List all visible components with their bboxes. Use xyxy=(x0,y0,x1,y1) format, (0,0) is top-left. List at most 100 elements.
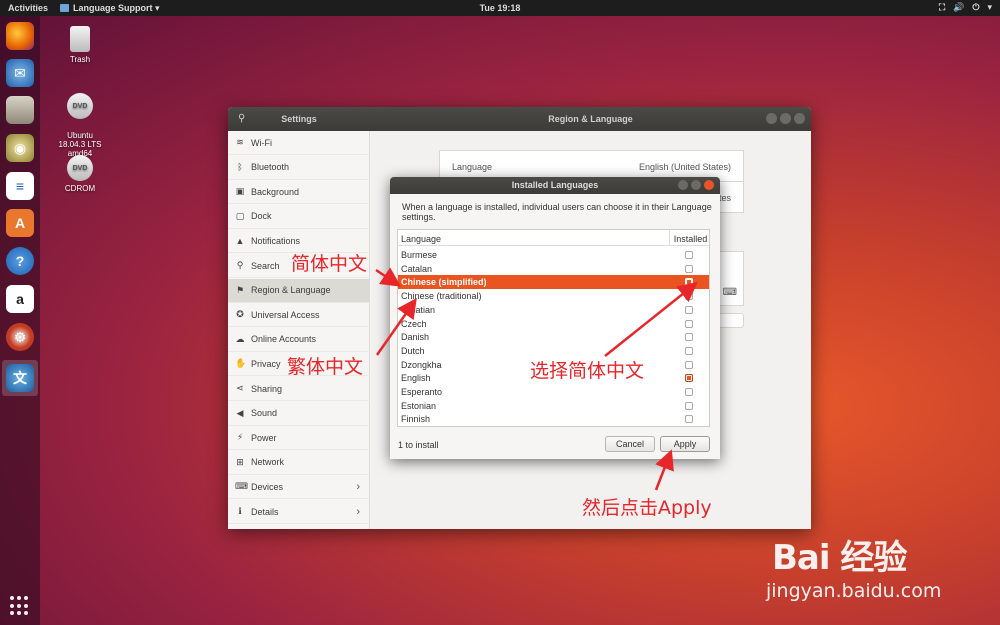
amazon-icon[interactable]: a xyxy=(6,285,34,313)
sidebar-item-label: Network xyxy=(251,457,285,468)
installed-checkbox[interactable] xyxy=(685,401,693,410)
installed-checkbox[interactable] xyxy=(685,251,693,259)
app-menu-label: Language Support ▾ xyxy=(73,2,160,13)
sidebar-item-sharing[interactable]: ⋖ Sharing xyxy=(228,377,370,401)
system-tray[interactable]: ⛶ 🔊 ⏻ ▾ xyxy=(939,2,992,13)
language-support-icon[interactable]: 文 xyxy=(6,364,34,392)
installed-checkbox[interactable] xyxy=(685,333,693,342)
language-list[interactable]: Language Installed Burmese Catalan Chinese… xyxy=(397,229,710,427)
language-row[interactable]: Danish xyxy=(398,330,709,344)
dock: ✉ ◉ ≡ A ? a ⚙ 文 xyxy=(0,16,40,625)
network-icon[interactable]: ⛶ xyxy=(939,2,945,13)
installed-checkbox[interactable] xyxy=(685,278,693,287)
maximize-icon[interactable] xyxy=(780,113,791,124)
installed-column-header[interactable]: Installed xyxy=(669,230,709,246)
dialog-title: Installed Languages xyxy=(511,180,599,190)
background-icon: ▣ xyxy=(235,186,245,197)
files-icon[interactable] xyxy=(6,96,34,124)
cancel-button[interactable]: Cancel xyxy=(605,436,655,452)
maximize-icon[interactable] xyxy=(691,180,701,190)
thunderbird-icon[interactable]: ✉ xyxy=(6,59,34,87)
clock[interactable]: Tue 19:18 xyxy=(480,3,521,13)
minimize-icon[interactable] xyxy=(678,180,688,190)
close-icon[interactable] xyxy=(794,113,805,124)
installed-checkbox[interactable] xyxy=(685,374,693,383)
sidebar-item-label: Dock xyxy=(251,211,272,222)
sidebar-item-sound[interactable]: ◀ Sound xyxy=(228,402,370,426)
sidebar-item-background[interactable]: ▣ Background xyxy=(228,180,370,205)
power-icon[interactable]: ⏻ xyxy=(972,2,979,13)
installed-checkbox[interactable] xyxy=(685,305,693,314)
sidebar-item-bluetooth[interactable]: ᛒ Bluetooth xyxy=(228,156,370,180)
sidebar-item-label: Bluetooth xyxy=(251,162,290,173)
sidebar-item-label: Wi-Fi xyxy=(251,137,272,148)
language-name: Estonian xyxy=(401,400,437,411)
language-row[interactable]: Czech xyxy=(398,317,709,331)
language-row[interactable]: Chinese (traditional) xyxy=(398,289,709,303)
rhythmbox-icon[interactable]: ◉ xyxy=(6,134,34,162)
installed-checkbox[interactable] xyxy=(685,360,693,369)
accessibility-icon: ✪ xyxy=(236,309,244,320)
installed-checkbox[interactable] xyxy=(685,264,693,273)
close-icon[interactable] xyxy=(704,180,714,190)
sidebar-item-details[interactable]: ℹ Details › xyxy=(228,500,370,524)
language-label: Language xyxy=(452,162,493,172)
language-name: Chinese (traditional) xyxy=(401,291,482,302)
language-column-header[interactable]: Language xyxy=(401,234,441,244)
minimize-icon[interactable] xyxy=(766,113,777,124)
activities-button[interactable]: Activities xyxy=(8,3,48,13)
baidu-watermark: Bai 经验 jingyan.baidu.com xyxy=(764,518,994,613)
installed-checkbox[interactable] xyxy=(685,388,693,396)
chevron-down-icon[interactable]: ▾ xyxy=(987,2,992,13)
help-icon[interactable]: ? xyxy=(6,247,34,275)
settings-icon[interactable]: ⚙ xyxy=(6,323,34,351)
volume-icon[interactable]: 🔊 xyxy=(953,2,964,13)
sidebar-item-power[interactable]: ⚡ Power xyxy=(228,426,370,451)
apply-button[interactable]: Apply xyxy=(660,436,710,452)
settings-title: Settings xyxy=(281,114,317,124)
dvd-icon: DVD xyxy=(67,93,93,119)
sidebar-item-online-accounts[interactable]: ☁ Online Accounts xyxy=(228,328,370,352)
show-applications-icon[interactable] xyxy=(10,596,30,616)
settings-sidebar: ≋ Wi-Fi ᛒ Bluetooth ▣ Background ▢ Dock ▲ Notific… xyxy=(228,131,370,529)
language-row[interactable]: Catalan xyxy=(398,262,709,276)
sidebar-item-wi-fi[interactable]: ≋ Wi-Fi xyxy=(228,131,370,155)
language-row[interactable]: Chinese (simplified) xyxy=(398,275,709,290)
installed-checkbox[interactable] xyxy=(685,346,693,355)
sidebar-item-universal-access[interactable]: ✪ Universal Access xyxy=(228,303,370,328)
window-controls xyxy=(766,113,805,124)
sidebar-item-network[interactable]: ⊞ Network xyxy=(228,451,370,475)
dialog-window-controls xyxy=(678,180,714,190)
desktop-cdrom[interactable]: DVD CDROM xyxy=(50,155,110,193)
desktop-icon-label: Trash xyxy=(69,55,91,64)
software-icon[interactable]: A xyxy=(6,209,34,237)
installed-checkbox[interactable] xyxy=(685,415,693,424)
writer-icon[interactable]: ≡ xyxy=(6,172,34,200)
language-row[interactable]: Estonian xyxy=(398,399,709,413)
dock-icon: ▢ xyxy=(235,210,245,221)
desktop-trash[interactable]: Trash xyxy=(50,26,110,64)
keyboard-icon[interactable]: ⌨ xyxy=(723,287,737,298)
bell-icon: ▲ xyxy=(235,235,245,246)
sidebar-item-devices[interactable]: ⌨ Devices › xyxy=(228,475,370,500)
installed-checkbox[interactable] xyxy=(685,292,693,301)
language-row[interactable]: Finnish xyxy=(398,412,709,426)
desktop-icon-label: Ubuntu 18.04.3 LTS amd64 xyxy=(58,131,102,158)
language-name: Chinese (simplified) xyxy=(401,277,487,288)
firefox-icon[interactable] xyxy=(6,22,34,50)
share-icon: ⋖ xyxy=(236,383,244,393)
dialog-titlebar: Installed Languages xyxy=(390,177,720,194)
installed-checkbox[interactable] xyxy=(685,319,693,328)
settings-titlebar: ⚲ Settings Region & Language xyxy=(228,107,811,131)
language-row[interactable]: Croatian xyxy=(398,303,709,317)
language-row[interactable]: Burmese xyxy=(398,248,709,262)
sidebar-item-dock[interactable]: ▢ Dock xyxy=(228,205,370,229)
search-icon: ⚲ xyxy=(236,260,244,270)
sidebar-item-region-language[interactable]: ⚑ Region & Language xyxy=(228,278,370,303)
sidebar-item-label: Power xyxy=(251,432,277,443)
language-row[interactable]: Esperanto xyxy=(398,385,709,399)
app-menu[interactable]: Language Support ▾ xyxy=(60,3,160,14)
sidebar-item-label: Sound xyxy=(251,408,278,419)
trash-icon xyxy=(70,26,90,52)
annotation-choose-simplified: 选择简体中文 xyxy=(530,360,645,382)
